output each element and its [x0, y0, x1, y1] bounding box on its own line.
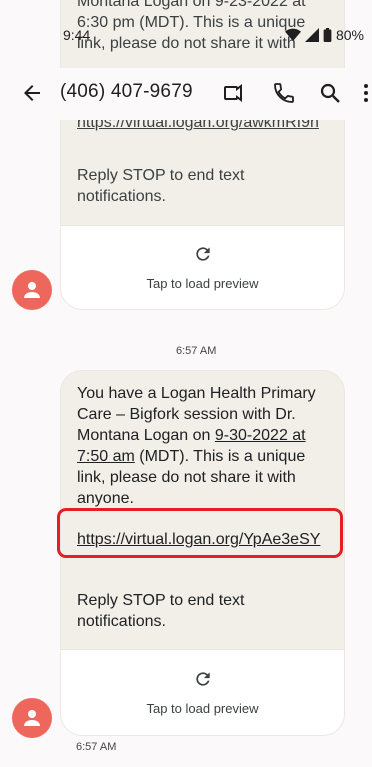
time-link[interactable]: 7:50 am	[77, 448, 135, 465]
wifi-icon	[284, 28, 301, 41]
signal-icon	[304, 28, 319, 42]
person-icon	[24, 282, 40, 298]
message2-line-5: link, please do not share it with	[77, 469, 296, 486]
reply-stop-text-2b: notifications.	[77, 613, 166, 630]
messages-screen: Montana Logan on 9-23-2022 at 6:30 pm (M…	[0, 0, 372, 767]
back-arrow-icon[interactable]	[20, 81, 44, 105]
reload-icon	[193, 244, 213, 268]
message2-line-1: You have a Logan Health Primary	[77, 385, 316, 402]
search-icon[interactable]	[318, 81, 342, 105]
highlight-box	[57, 508, 343, 558]
link-preview-1[interactable]: Tap to load preview	[61, 225, 344, 309]
more-vert-icon[interactable]	[360, 81, 372, 105]
contact-number-title[interactable]: (406) 407-9679	[60, 81, 193, 103]
message2-line-2: Care – Bigfork session with Dr.	[77, 406, 296, 423]
message2-line-4: 7:50 am (MDT). This is a unique	[77, 448, 306, 465]
video-call-icon[interactable]	[222, 81, 246, 105]
timestamp-mid: 6:57 AM	[176, 345, 217, 357]
tap-to-load-preview-2: Tap to load preview	[146, 701, 259, 716]
avatar[interactable]	[12, 698, 52, 738]
phone-icon[interactable]	[272, 81, 296, 105]
timestamp-bottom: 6:57 AM	[76, 741, 117, 753]
avatar[interactable]	[12, 270, 52, 310]
status-time: 9:44	[63, 27, 91, 43]
status-bar: 9:44 80%	[0, 0, 372, 68]
person-icon	[24, 710, 40, 726]
message2-line-6: anyone.	[77, 490, 134, 507]
reply-stop-text-2a: Reply STOP to end text	[77, 592, 245, 609]
battery-icon	[323, 28, 332, 42]
message2-line-3: Montana Logan on 9-30-2022 at	[77, 427, 306, 444]
app-bar: (406) 407-9679	[0, 68, 372, 120]
battery-percent: 80%	[335, 27, 364, 43]
link-preview-2[interactable]: Tap to load preview	[61, 649, 344, 735]
reply-stop-text-1: Reply STOP to end text notifications.	[77, 167, 245, 205]
reload-icon	[193, 669, 213, 693]
tap-to-load-preview-1: Tap to load preview	[146, 276, 259, 291]
status-icons: 80%	[284, 27, 364, 43]
date-link[interactable]: 9-30-2022 at	[215, 427, 306, 444]
